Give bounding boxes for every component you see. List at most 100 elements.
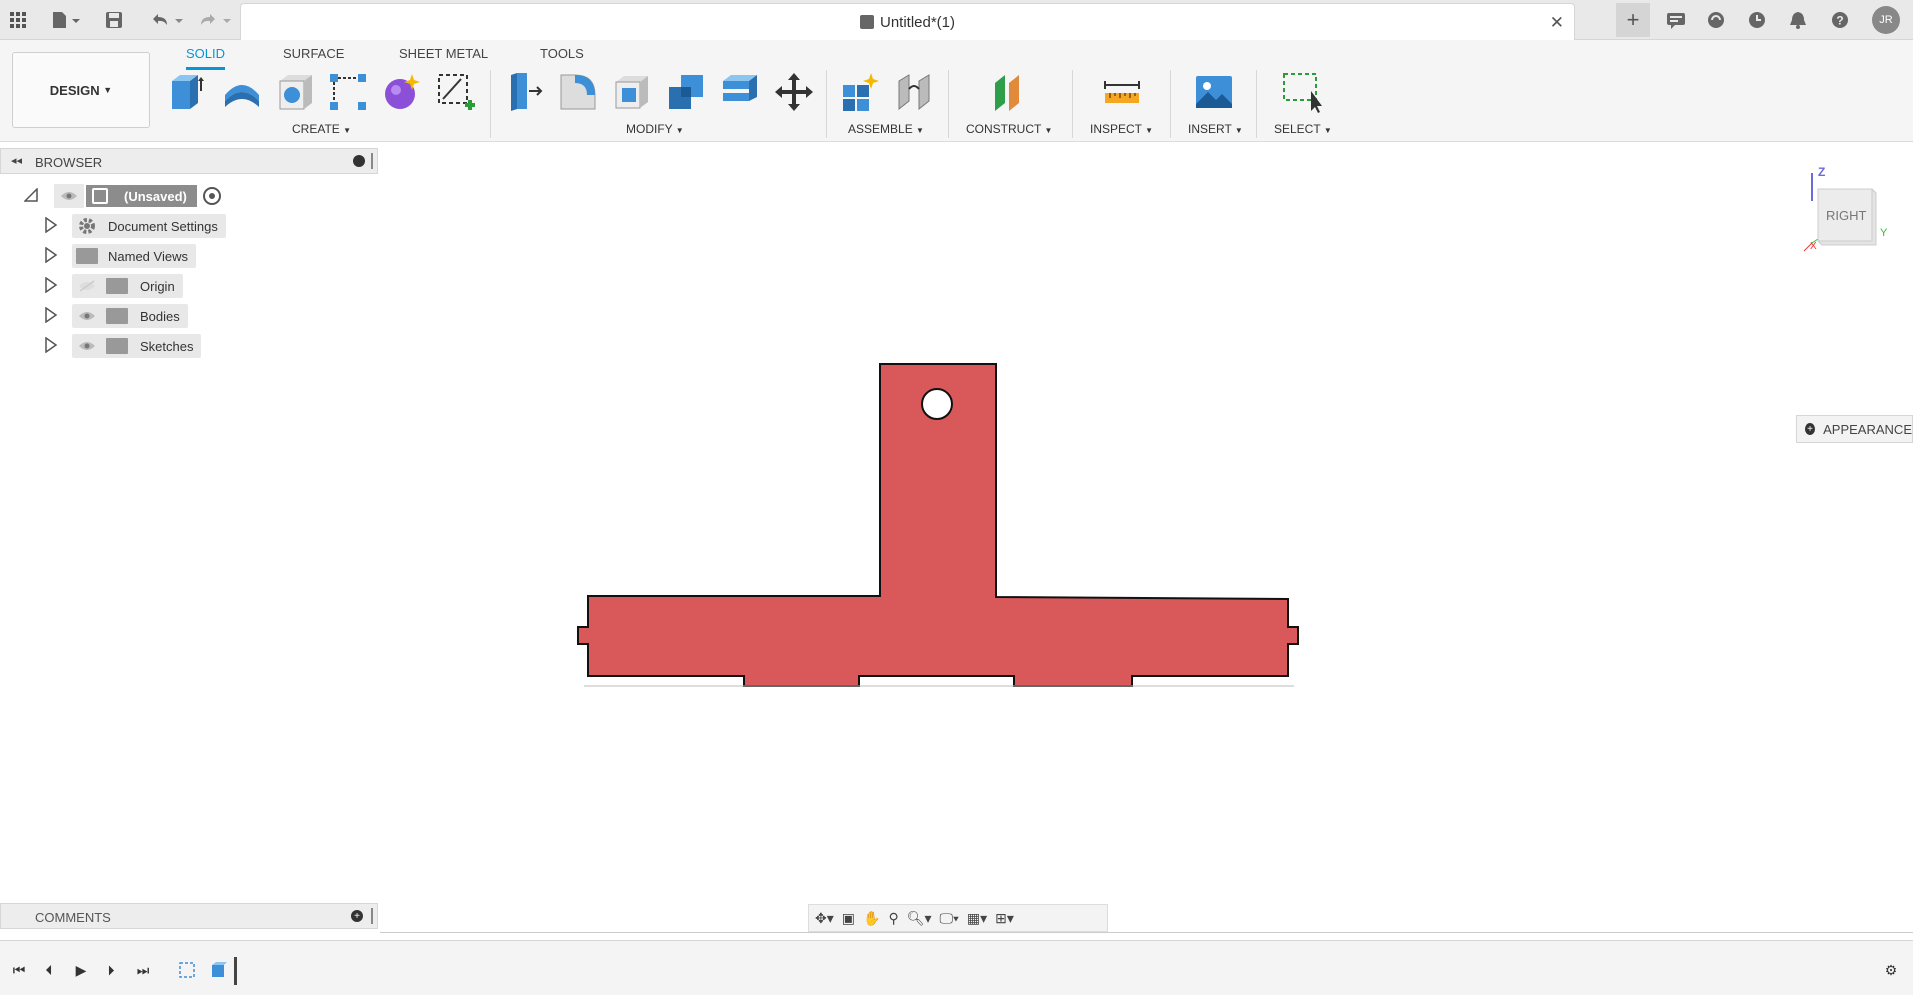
- tab-solid[interactable]: SOLID: [186, 46, 226, 70]
- step-forward-icon[interactable]: ⏵: [102, 961, 120, 979]
- move-copy-icon[interactable]: [772, 70, 816, 114]
- visibility-eye-icon[interactable]: [76, 340, 98, 352]
- collapse-panel-icon[interactable]: ◂◂: [11, 154, 22, 167]
- extensions-icon[interactable]: [1704, 8, 1728, 32]
- assemble-menu-label: ASSEMBLE: [848, 122, 913, 136]
- hidden-eye-icon[interactable]: [76, 280, 98, 292]
- add-comment-icon[interactable]: +: [351, 910, 363, 922]
- shell-icon[interactable]: [610, 70, 654, 114]
- visibility-eye-icon[interactable]: [76, 310, 98, 322]
- user-avatar[interactable]: JR: [1872, 6, 1900, 34]
- grid-settings-icon[interactable]: ▦▾: [967, 910, 987, 927]
- browser-item-document-settings[interactable]: Document Settings: [44, 214, 226, 238]
- measure-icon[interactable]: [1100, 70, 1144, 114]
- construct-menu[interactable]: CONSTRUCT ▼: [966, 122, 1052, 136]
- close-tab-icon[interactable]: ✕: [1550, 13, 1564, 33]
- revolve-icon[interactable]: [220, 70, 264, 114]
- chevron-down-icon: ▼: [343, 126, 352, 135]
- hole-icon[interactable]: [274, 70, 318, 114]
- appearance-panel-tab[interactable]: + APPEARANCE: [1796, 415, 1913, 443]
- create-form-icon[interactable]: [380, 70, 424, 114]
- insert-menu-label: INSERT: [1188, 122, 1232, 136]
- display-settings-icon[interactable]: 🖵▾: [940, 910, 959, 927]
- expand-triangle-icon[interactable]: [44, 276, 58, 296]
- file-menu-icon[interactable]: [46, 8, 86, 32]
- inspect-menu[interactable]: INSPECT ▼: [1090, 122, 1153, 136]
- comments-panel-header: COMMENTS +: [0, 903, 378, 929]
- expand-triangle-icon[interactable]: [44, 216, 58, 236]
- viewport-bottom-line: [380, 932, 1913, 933]
- workspace-switcher-button[interactable]: DESIGN ▼: [12, 52, 150, 128]
- assemble-menu[interactable]: ASSEMBLE ▼: [848, 122, 924, 136]
- create-sketch-icon[interactable]: [434, 70, 478, 114]
- browser-item-origin[interactable]: Origin: [44, 274, 183, 298]
- offset-plane-icon[interactable]: [988, 70, 1032, 114]
- expand-triangle-icon[interactable]: [44, 336, 58, 356]
- select-window-icon[interactable]: [1280, 70, 1324, 114]
- view-cube-face-label[interactable]: RIGHT: [1826, 208, 1866, 223]
- press-pull-icon[interactable]: [502, 70, 546, 114]
- expand-triangle-icon[interactable]: [44, 246, 58, 266]
- activate-radio-icon[interactable]: [202, 187, 221, 205]
- tab-tools[interactable]: TOOLS: [540, 46, 584, 67]
- chevron-down-icon: ▼: [675, 126, 684, 135]
- fit-zoom-window-icon[interactable]: 🔍︎▾: [907, 910, 932, 927]
- root-component-chip[interactable]: (Unsaved): [86, 185, 197, 207]
- insert-menu[interactable]: INSERT ▼: [1188, 122, 1243, 136]
- timeline-extrude-feature-icon[interactable]: [210, 961, 228, 979]
- model-body-canvas[interactable]: [560, 350, 1320, 700]
- new-component-icon[interactable]: [166, 70, 210, 114]
- pattern-icon[interactable]: [326, 70, 370, 114]
- inspect-menu-label: INSPECT: [1090, 122, 1142, 136]
- go-to-end-icon[interactable]: ⏭: [134, 961, 152, 979]
- create-menu[interactable]: CREATE ▼: [292, 122, 351, 136]
- help-icon[interactable]: ?: [1828, 8, 1852, 32]
- visibility-eye-icon[interactable]: [54, 184, 84, 208]
- expand-triangle-icon[interactable]: [44, 306, 58, 326]
- go-to-start-icon[interactable]: ⏮: [10, 961, 28, 979]
- timeline-settings-gear-icon[interactable]: ⚙: [1882, 961, 1900, 979]
- undo-icon[interactable]: [146, 8, 186, 32]
- insert-image-icon[interactable]: [1192, 70, 1236, 114]
- redo-icon[interactable]: [194, 8, 234, 32]
- pin-divider-icon[interactable]: [371, 153, 373, 169]
- minimize-icon[interactable]: [353, 155, 365, 167]
- notifications-bell-icon[interactable]: [1786, 8, 1810, 32]
- zoom-icon[interactable]: ⚲: [888, 910, 898, 927]
- collapse-triangle-icon[interactable]: [23, 186, 40, 205]
- new-component-assemble-icon[interactable]: [838, 70, 882, 114]
- save-icon[interactable]: [102, 8, 126, 32]
- ribbon-divider: [1256, 70, 1257, 138]
- timeline-sketch-feature-icon[interactable]: [178, 961, 196, 979]
- job-status-icon[interactable]: [1664, 8, 1688, 32]
- fillet-icon[interactable]: [556, 70, 600, 114]
- orbit-icon[interactable]: ✥▾: [815, 910, 834, 927]
- tab-surface[interactable]: SURFACE: [283, 46, 344, 67]
- comments-title: COMMENTS: [35, 910, 111, 925]
- look-at-icon[interactable]: ▣: [842, 910, 855, 927]
- browser-item-bodies[interactable]: Bodies: [44, 304, 188, 328]
- mounting-hole[interactable]: [921, 388, 953, 420]
- select-menu[interactable]: SELECT ▼: [1274, 122, 1332, 136]
- combine-icon[interactable]: [664, 70, 708, 114]
- new-tab-button[interactable]: +: [1616, 3, 1650, 37]
- browser-root-node[interactable]: (Unsaved): [23, 184, 221, 208]
- browser-item-sketches[interactable]: Sketches: [44, 334, 202, 358]
- modify-menu[interactable]: MODIFY ▼: [626, 122, 684, 136]
- pin-divider-icon[interactable]: [371, 908, 373, 924]
- pan-hand-icon[interactable]: ✋: [863, 910, 880, 927]
- play-icon[interactable]: ▶: [72, 961, 90, 979]
- viewports-icon[interactable]: ⊞▾: [995, 910, 1014, 927]
- history-clock-icon[interactable]: [1745, 8, 1769, 32]
- apps-grid-icon[interactable]: [6, 8, 30, 32]
- document-tab[interactable]: Untitled*(1) ✕: [240, 3, 1575, 40]
- browser-item-named-views[interactable]: Named Views: [44, 244, 196, 268]
- joint-icon[interactable]: [892, 70, 936, 114]
- tab-sheet-metal[interactable]: SHEET METAL: [399, 46, 488, 67]
- gear-icon: [76, 217, 98, 235]
- offset-face-icon[interactable]: [718, 70, 762, 114]
- timeline-marker[interactable]: [234, 957, 237, 985]
- chevron-down-icon: ▼: [1323, 126, 1332, 135]
- view-cube[interactable]: Z Y X RIGHT: [1800, 165, 1890, 255]
- step-back-icon[interactable]: ⏴: [40, 961, 58, 979]
